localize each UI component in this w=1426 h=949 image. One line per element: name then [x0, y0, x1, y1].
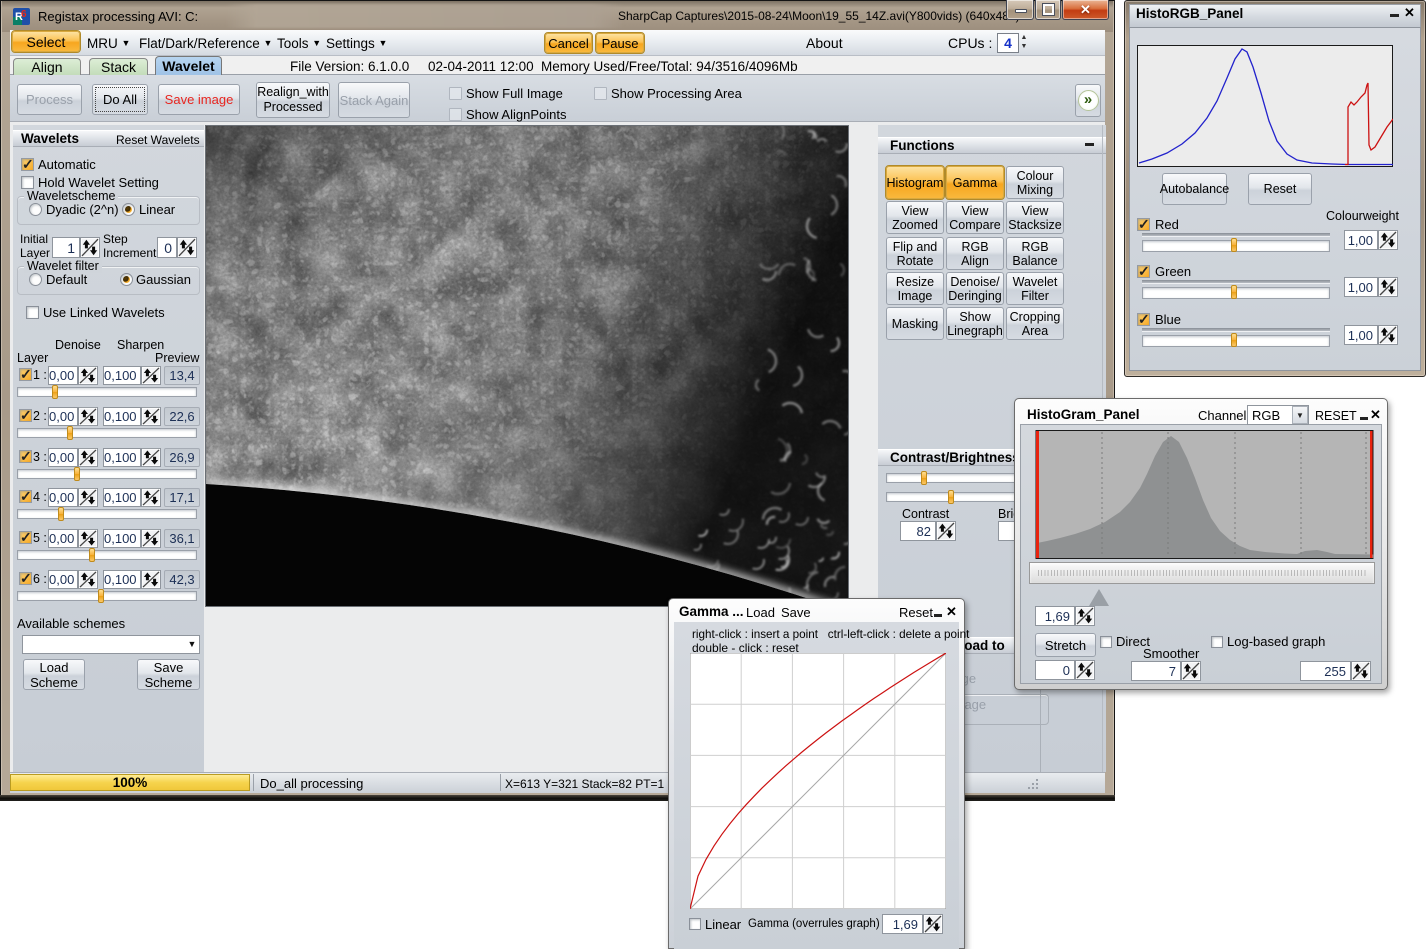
svg-text:6: 6 [21, 9, 27, 20]
